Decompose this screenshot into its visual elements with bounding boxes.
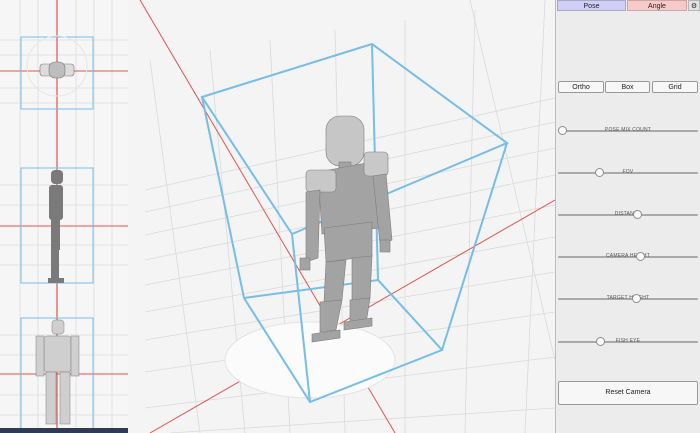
reset-camera-button[interactable]: Reset Camera [558, 381, 698, 405]
slider-knob[interactable] [594, 168, 604, 177]
preview-views[interactable] [0, 0, 128, 433]
scene-canvas[interactable] [0, 0, 555, 433]
distance-slider[interactable]: DISTANCE [558, 209, 698, 221]
tab-pose[interactable]: Pose [557, 0, 626, 11]
fish-eye-slider[interactable]: FISH EYE [558, 336, 698, 348]
floor-circle [224, 321, 396, 399]
camera-height-slider[interactable]: CAMERA HEIGHT [558, 251, 698, 263]
tab-angle[interactable]: Angle [627, 0, 687, 11]
grid-button[interactable]: Grid [652, 81, 698, 93]
box-button[interactable]: Box [605, 81, 650, 93]
3d-viewport[interactable] [0, 0, 555, 433]
ortho-button[interactable]: Ortho [558, 81, 604, 93]
slider-knob[interactable] [596, 337, 606, 346]
fov-slider[interactable]: FOV [558, 167, 698, 179]
pose-mix-count-slider[interactable]: POSE MIX COUNT [558, 125, 698, 137]
slider-knob[interactable] [558, 126, 567, 135]
control-panel: Pose Angle ⚙ Ortho Box Grid POSE MIX COU… [555, 0, 700, 433]
slider-knob[interactable] [635, 252, 645, 261]
slider-knob[interactable] [631, 294, 641, 303]
settings-button[interactable]: ⚙ [688, 0, 700, 11]
slider-knob[interactable] [633, 210, 643, 219]
target-height-slider[interactable]: TARGET HEIGHT [558, 293, 698, 305]
gear-icon: ⚙ [690, 3, 698, 10]
